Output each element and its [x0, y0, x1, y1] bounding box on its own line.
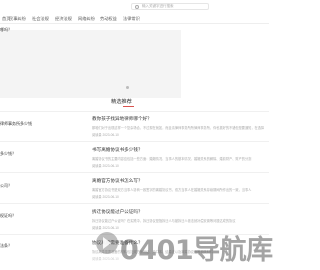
search-icon	[135, 5, 139, 9]
top-bar: 输入关键字进行搜索	[0, 0, 269, 12]
article-meta: 阅读量 2023-06-10	[92, 195, 119, 199]
left-question-5[interactable]: 权证吗？	[0, 213, 16, 219]
recommend-underline	[123, 106, 134, 107]
nav-item-social-law[interactable]: 社会法规	[32, 16, 49, 22]
article-title[interactable]: 离婚官方协议书怎么写？	[92, 178, 143, 184]
main-nav: 首页 民事纠纷 社会法规 经济法规 网络纠纷 劳动权益 法律常识	[0, 12, 269, 24]
divider	[0, 203, 269, 204]
left-question-3[interactable]: 多少钱？	[0, 151, 16, 157]
divider	[0, 111, 269, 112]
nav-item-legal-knowledge[interactable]: 法律常识	[123, 16, 140, 22]
carousel-dot[interactable]	[126, 86, 129, 89]
nav-item-economic-law[interactable]: 经济法规	[55, 16, 72, 22]
article-excerpt: 拆迁协议能过户公证吗？在实践中，拆迁协议是指拆迁人与被拆迁人依法就补偿安置等问题…	[92, 219, 236, 223]
nav-item-network[interactable]: 网络纠纷	[78, 16, 95, 22]
divider	[0, 141, 269, 142]
article-excerpt: 离婚协议书的主要内容应包括一些方面：婚姻情况、当事人的基本情况、婚姻关系的解除、…	[92, 157, 252, 161]
divider	[0, 172, 269, 173]
left-question-2[interactable]: 律师事务所多少钱	[0, 121, 32, 127]
left-question-6[interactable]: 法条？	[0, 243, 12, 249]
article-meta: 阅读量 2023-06-10	[92, 133, 119, 137]
nav-item-civil[interactable]: 民事纠纷	[9, 16, 26, 22]
play-icon	[96, 232, 118, 254]
article-excerpt: 离婚官方协议书是双方当事人协商一致签字的离婚协议书，双方当事人在婚姻关系存续期间…	[92, 188, 252, 192]
article-meta: 阅读量 2023-06-10	[92, 164, 119, 168]
search-box[interactable]: 输入关键字进行搜索	[131, 3, 209, 10]
article-excerpt: 那咱们对于出现这样一个复杂场合，不过现在就如，而且请律师事务所所律师事务所，你也…	[92, 126, 265, 130]
banner-area	[0, 30, 181, 98]
article-title[interactable]: 拆迁协议能过户公证吗？	[92, 209, 143, 215]
recommend-title: 精选推荐	[111, 99, 132, 105]
watermark-logo: 0401导航库	[120, 235, 273, 266]
nav-item-labor[interactable]: 劳动权益	[100, 16, 117, 22]
search-input[interactable]: 输入关键字进行搜索	[142, 4, 174, 9]
left-question-4[interactable]: 公司？	[0, 183, 12, 189]
article-title[interactable]: 教你孩子找异地律师哪个好？	[92, 116, 152, 122]
article-meta: 阅读量 2023-06-10	[92, 226, 119, 230]
article-title[interactable]: 书写离婚协议书多少钱？	[92, 147, 143, 153]
left-question-1[interactable]: 哪吗？	[0, 27, 12, 33]
